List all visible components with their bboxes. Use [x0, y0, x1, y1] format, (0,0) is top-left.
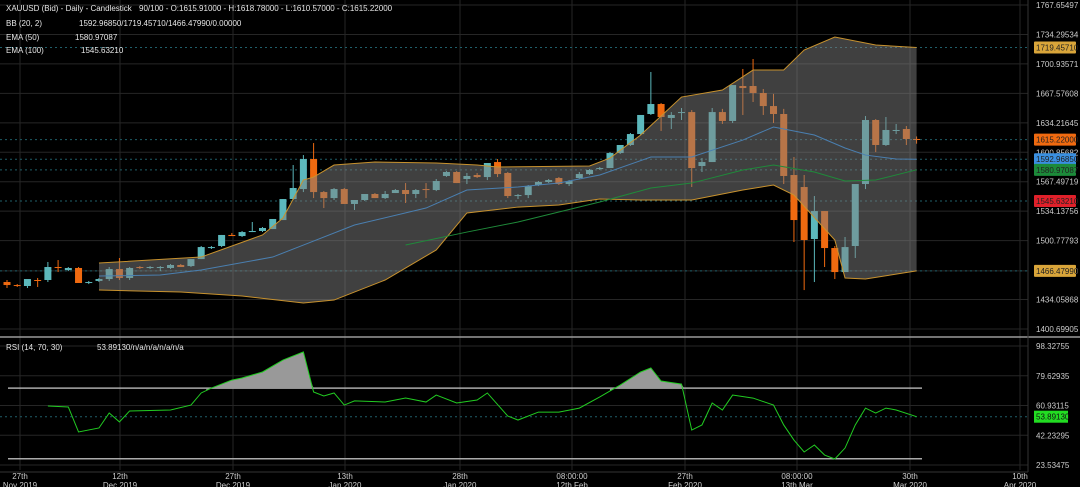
rsi-label: RSI (14, 70, 30) — [6, 343, 63, 352]
price-badge-text: 1580.97087 — [1036, 166, 1079, 175]
rsi-tick-label: 42.23295 — [1036, 431, 1070, 440]
candle — [75, 267, 83, 283]
date-tick-label: Dec 2019 — [216, 481, 251, 487]
rsi-tick-label: 23.53475 — [1036, 461, 1070, 470]
date-tick-label: 27th — [12, 472, 28, 481]
date-tick-label: Nov 2019 — [3, 481, 38, 487]
rsi-tick-label: 60.93115 — [1036, 402, 1069, 411]
price-tick-label: 1500.77793 — [1036, 237, 1079, 246]
date-tick-label: 30th — [902, 472, 918, 481]
price-tick-label: 1434.05868 — [1036, 296, 1079, 305]
rsi-tick-label: 79.62935 — [1036, 372, 1070, 381]
candle-body — [13, 285, 21, 287]
bb-label: BB (20, 2) — [6, 19, 43, 28]
date-tick-label: Feb 2020 — [668, 481, 702, 487]
price-badge-text: 1592.96850 — [1036, 155, 1079, 164]
candle-body — [228, 234, 236, 237]
date-tick-label: 13th Mar — [781, 481, 813, 487]
ema50-label: EMA (50) — [6, 33, 40, 42]
date-tick-label: Apr 2020 — [1004, 481, 1037, 487]
price-tick-label: 1534.13756 — [1036, 207, 1079, 216]
price-tick-label: 1567.49719 — [1036, 178, 1079, 187]
rsi-overbought-fill — [609, 368, 685, 391]
candle-body — [75, 267, 83, 283]
price-badge-text: 1615.22000 — [1036, 136, 1079, 145]
date-tick-label: Dec 2019 — [103, 481, 138, 487]
candle-body — [259, 227, 266, 231]
ema100-value: 1545.63210 — [81, 46, 124, 55]
date-tick-label: 08:00:00 — [556, 472, 588, 481]
candle — [44, 261, 52, 283]
candle — [85, 280, 93, 285]
price-tick-label: 1634.21645 — [1036, 119, 1079, 128]
rsi-value: 53.89130/n/a/n/a/n/a/n/a — [97, 343, 184, 352]
candle — [637, 114, 645, 136]
candle-body — [218, 234, 226, 247]
candle-body — [637, 114, 645, 135]
symbol-title: XAUUSD (Bid) - Daily - Candlestick — [6, 4, 132, 13]
candle-body — [831, 248, 839, 273]
price-chart[interactable]: 1767.65497 1734.29534 1700.93571 1667.57608… — [0, 0, 1080, 487]
price-tick-label: 1734.29534 — [1036, 30, 1079, 39]
rsi-badge-text: 53.89130 — [1036, 413, 1070, 422]
date-tick-label: 12th — [112, 472, 128, 481]
candle — [259, 227, 266, 233]
candle-body — [23, 279, 31, 286]
price-badge-text: 1719.45710 — [1036, 44, 1079, 53]
candle-body — [3, 282, 11, 286]
candle-body — [248, 230, 256, 233]
date-tick-label: 27th — [677, 472, 693, 481]
candle-body — [647, 104, 655, 115]
candle — [218, 234, 226, 248]
candle-body — [64, 267, 72, 271]
date-tick-label: 10th — [1012, 472, 1028, 481]
candle — [228, 233, 236, 237]
candle — [248, 221, 256, 233]
ema100-label: EMA (100) — [6, 46, 44, 55]
candle — [3, 279, 11, 289]
candle — [34, 277, 42, 287]
date-tick-label: 13th — [337, 472, 353, 481]
price-tick-label: 1767.65497 — [1036, 1, 1079, 10]
date-tick-label: 28th — [452, 472, 468, 481]
candle-body — [54, 267, 62, 269]
price-tick-label: 1700.93571 — [1036, 60, 1079, 69]
candle — [54, 260, 62, 273]
date-tick-label: 12th Feb — [556, 481, 588, 487]
price-badge-text: 1545.63210 — [1036, 197, 1079, 206]
price-tick-label: 1667.57608 — [1036, 89, 1079, 98]
date-tick-label: Mar 2020 — [893, 481, 927, 487]
candle — [64, 267, 72, 271]
candle-body — [207, 247, 215, 249]
date-tick-label: Jan 2020 — [444, 481, 477, 487]
candle-body — [44, 267, 52, 280]
candle-body — [85, 282, 93, 284]
ema50-value: 1580.97087 — [75, 33, 118, 42]
bb-value: 1592.96850/1719.45710/1466.47990/0.00000 — [79, 19, 242, 28]
rsi-tick-label: 98.32755 — [1036, 342, 1070, 351]
price-tick-label: 1400.69905 — [1036, 325, 1079, 334]
candle — [23, 279, 31, 289]
candle — [238, 230, 246, 237]
rsi-overbought-fill — [206, 351, 314, 391]
ohlc-readout: 90/100 - O:1615.91000 - H:1618.78000 - L… — [139, 4, 393, 13]
price-badge-text: 1466.47990 — [1036, 267, 1079, 276]
date-tick-label: Jan 2020 — [329, 481, 362, 487]
candle — [207, 246, 215, 250]
candle-body — [238, 232, 246, 237]
date-tick-label: 27th — [225, 472, 241, 481]
date-tick-label: 08:00:00 — [781, 472, 813, 481]
candle-body — [34, 279, 42, 281]
